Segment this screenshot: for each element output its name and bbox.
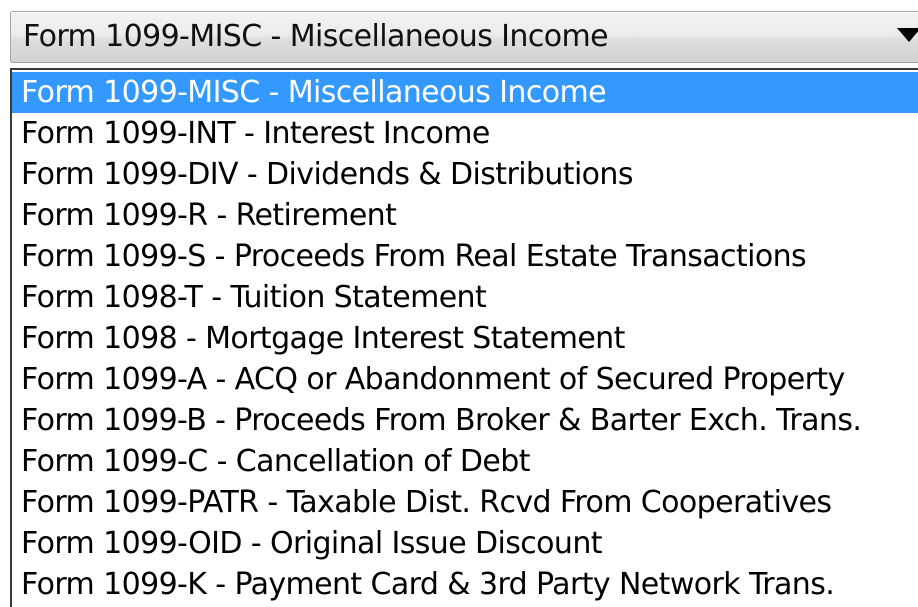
option-1099-k[interactable]: Form 1099-K - Payment Card & 3rd Party N… [12,564,918,605]
option-1098[interactable]: Form 1098 - Mortgage Interest Statement [12,318,918,359]
option-1099-a[interactable]: Form 1099-A - ACQ or Abandonment of Secu… [12,359,918,400]
option-1099-patr[interactable]: Form 1099-PATR - Taxable Dist. Rcvd From… [12,482,918,523]
option-1099-div[interactable]: Form 1099-DIV - Dividends & Distribution… [12,154,918,195]
form-type-selector: Form 1099-MISC - Miscellaneous Income Fo… [0,0,918,607]
form-type-combobox[interactable]: Form 1099-MISC - Miscellaneous Income [10,11,918,63]
option-1099-int[interactable]: Form 1099-INT - Interest Income [12,113,918,154]
option-1099-c[interactable]: Form 1099-C - Cancellation of Debt [12,441,918,482]
option-1099-oid[interactable]: Form 1099-OID - Original Issue Discount [12,523,918,564]
option-1099-s[interactable]: Form 1099-S - Proceeds From Real Estate … [12,236,918,277]
chevron-down-icon[interactable] [897,28,918,42]
form-type-dropdown-list: Form 1099-MISC - Miscellaneous Income Fo… [10,68,918,607]
option-1099-misc[interactable]: Form 1099-MISC - Miscellaneous Income [12,72,918,113]
option-1099-r[interactable]: Form 1099-R - Retirement [12,195,918,236]
combobox-selected-value: Form 1099-MISC - Miscellaneous Income [23,19,609,54]
option-1098-t[interactable]: Form 1098-T - Tuition Statement [12,277,918,318]
option-1099-b[interactable]: Form 1099-B - Proceeds From Broker & Bar… [12,400,918,441]
